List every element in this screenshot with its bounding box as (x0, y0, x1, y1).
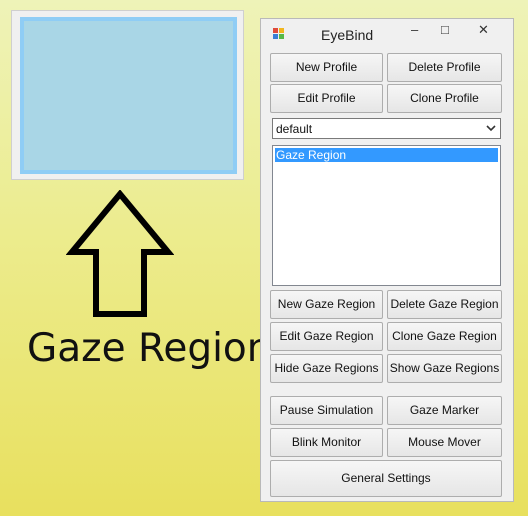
clone-profile-button[interactable]: Clone Profile (387, 84, 502, 113)
list-item[interactable]: Gaze Region (274, 147, 499, 163)
delete-gaze-region-button[interactable]: Delete Gaze Region (387, 290, 502, 319)
pause-simulation-button[interactable]: Pause Simulation (270, 396, 383, 425)
profile-select[interactable]: default (272, 118, 501, 139)
gaze-region-area[interactable] (20, 17, 237, 174)
gaze-marker-button[interactable]: Gaze Marker (387, 396, 502, 425)
profile-select-value: default (276, 122, 313, 136)
minimize-button[interactable]: – (411, 23, 418, 37)
new-gaze-region-button[interactable]: New Gaze Region (270, 290, 383, 319)
mouse-mover-button[interactable]: Mouse Mover (387, 428, 502, 457)
gaze-region-window[interactable] (11, 10, 244, 180)
clone-gaze-region-button[interactable]: Clone Gaze Region (387, 322, 502, 351)
edit-profile-button[interactable]: Edit Profile (270, 84, 383, 113)
maximize-button[interactable]: □ (441, 23, 449, 37)
new-profile-button[interactable]: New Profile (270, 53, 383, 82)
delete-profile-button[interactable]: Delete Profile (387, 53, 502, 82)
gaze-region-caption: Gaze Region (27, 326, 272, 371)
edit-gaze-region-button[interactable]: Edit Gaze Region (270, 322, 383, 351)
blink-monitor-button[interactable]: Blink Monitor (270, 428, 383, 457)
chevron-down-icon (486, 125, 496, 132)
show-gaze-regions-button[interactable]: Show Gaze Regions (387, 354, 502, 383)
up-arrow-icon (66, 190, 174, 317)
gaze-region-list[interactable]: Gaze Region (272, 145, 501, 286)
app-icon (273, 28, 284, 39)
title-bar[interactable]: EyeBind – □ ✕ (261, 19, 513, 49)
eyebind-window: EyeBind – □ ✕ New Profile Delete Profile… (260, 18, 514, 502)
hide-gaze-regions-button[interactable]: Hide Gaze Regions (270, 354, 383, 383)
close-button[interactable]: ✕ (478, 23, 489, 37)
general-settings-button[interactable]: General Settings (270, 460, 502, 497)
window-title: EyeBind (321, 27, 374, 43)
